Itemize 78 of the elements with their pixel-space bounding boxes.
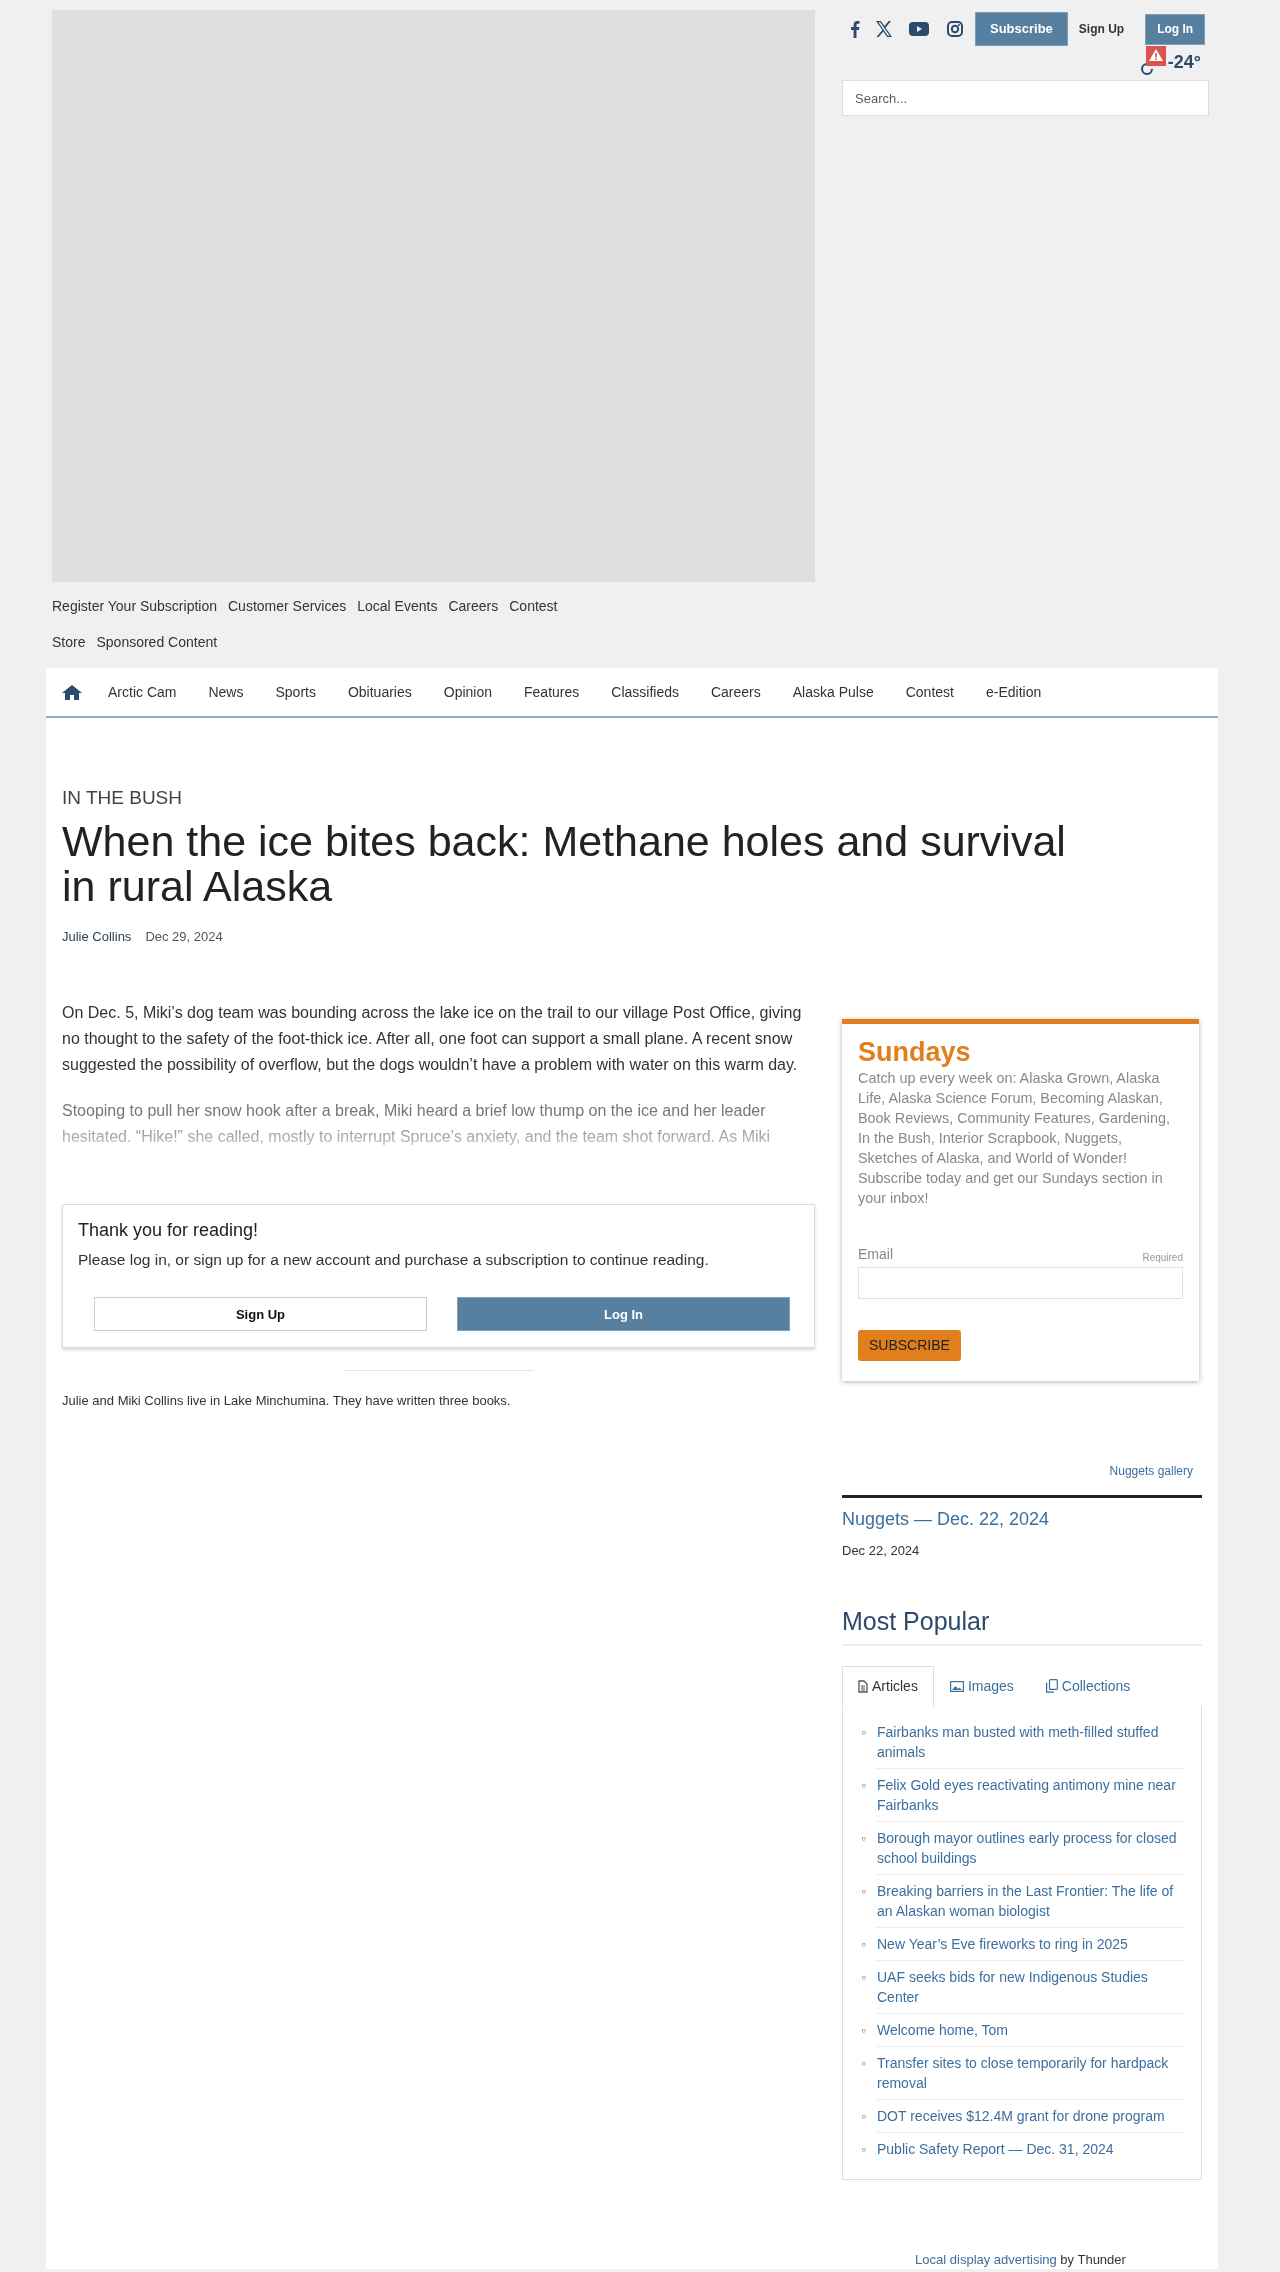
subscribe-button[interactable]: Subscribe (975, 12, 1068, 46)
popular-article-link[interactable]: Fairbanks man busted with meth-filled stuffed animals (877, 1721, 1183, 1762)
bullet: ◦ (861, 1722, 867, 1742)
nav-link-item[interactable]: Careers (694, 681, 777, 703)
bullet: ◦ (861, 2139, 867, 2159)
article-title: When the ice bites back: Methane holes and survival in rural Alaska (62, 818, 1067, 909)
popular-article-link[interactable]: DOT receives $12.4M grant for drone program (877, 2105, 1165, 2126)
nuggets-date: Dec 22, 2024 (842, 1542, 921, 1561)
bullet: ◦ (861, 2053, 867, 2073)
temperature: -24° (1167, 51, 1201, 74)
newsletter-title: Sundays (858, 1036, 972, 1069)
email-label: Email (858, 1245, 893, 1265)
popular-article-link[interactable]: Public Safety Report — Dec. 31, 2024 (877, 2138, 1114, 2159)
gallery-link[interactable]: Nuggets gallery (1109, 1464, 1193, 1479)
article-date: Dec 29, 2024 (145, 927, 223, 946)
nav-link-item[interactable]: Opinion (427, 681, 508, 703)
tab[interactable]: Collections (1029, 1665, 1147, 1707)
utility-link[interactable]: Register Your Subscription (52, 598, 217, 614)
bullet: ◦ (861, 2106, 867, 2126)
nav-link-item[interactable]: Sports (259, 681, 332, 703)
nuggets-title[interactable]: Nuggets — Dec. 22, 2024 (842, 1506, 1199, 1534)
utility-link[interactable]: Careers (448, 598, 499, 614)
copies-icon (1045, 1679, 1058, 1694)
popular-article-link[interactable]: Breaking barriers in the Last Frontier: The life of an Alaskan woman biologist (877, 1880, 1183, 1921)
nav-link-item[interactable]: Obituaries (331, 681, 428, 703)
x-icon[interactable] (876, 21, 892, 37)
nav-link-item[interactable]: e-Edition (969, 681, 1058, 703)
log-in-button[interactable]: Log In (457, 1297, 790, 1332)
facebook-icon[interactable] (850, 20, 860, 38)
utility-link[interactable]: Customer Services (228, 598, 347, 614)
popular-article-link[interactable]: Felix Gold eyes reactivating antimony mine near Fairbanks (877, 1774, 1183, 1815)
tab[interactable]: Articles (842, 1665, 934, 1707)
nav-link-item[interactable]: Arctic Cam (82, 681, 193, 703)
nav-link-item[interactable]: Alaska Pulse (776, 681, 890, 703)
section-label: IN THE BUSH (62, 786, 183, 810)
utility-link[interactable]: Store (52, 634, 86, 650)
article-paragraph: Stooping to pull her snow hook after a break, Miki heard a brief low thump on the ice and her leader hesitated. “Hike!” she called, mostly to interrupt Spruce’s anxiety, and the team shot forward. As Miki (62, 1101, 772, 1147)
footer-text: by Thunder (1060, 2251, 1126, 2267)
sign-up-button[interactable]: Sign Up (94, 1297, 427, 1332)
bullet: ◦ (861, 1934, 867, 1954)
subscribe-button[interactable]: SUBSCRIBE (858, 1330, 961, 1362)
bullet: ◦ (861, 1828, 867, 1848)
required-label: Required (1142, 1251, 1183, 1266)
nav-link-item[interactable]: Classifieds (595, 681, 695, 703)
log-in-button[interactable]: Log In (1145, 13, 1206, 45)
utility-link[interactable]: Sponsored Content (96, 634, 218, 650)
instagram-icon[interactable] (947, 21, 963, 37)
popular-article-link[interactable]: New Year’s Eve fireworks to ring in 2025 (877, 1933, 1128, 1954)
bullet: ◦ (861, 1775, 867, 1795)
nav-link-item[interactable]: Features (508, 681, 596, 703)
section-heading: Most Popular (842, 1605, 1202, 1646)
image-icon (949, 1680, 964, 1692)
article-paragraph: On Dec. 5, Miki’s dog team was bounding across the lake ice on the trail to our village Post Office, giving no thought to the safety of the foot-thick ice. After all, one foot can support a small plane. A recent snow suggested the possibility of overflow, but the dogs wouldn’t have a problem with water on this warm day. (62, 1003, 803, 1075)
tab[interactable]: Images (933, 1665, 1030, 1707)
popular-article-link[interactable]: Transfer sites to close temporarily for hardpack removal (877, 2052, 1183, 2093)
paywall-title: Thank you for reading! (78, 1219, 260, 1242)
document-icon (858, 1679, 868, 1693)
utility-link[interactable]: Contest (509, 598, 558, 614)
home-icon[interactable] (62, 684, 82, 700)
loading-icon (1139, 62, 1154, 76)
popular-article-link[interactable]: UAF seeks bids for new Indigenous Studies Center (877, 1966, 1183, 2007)
nav-link-item[interactable]: Contest (889, 681, 970, 703)
email-field[interactable] (858, 1267, 1183, 1300)
author-bio: Julie and Miki Collins live in Lake Minchumina. They have written three books. (62, 1392, 512, 1411)
newsletter-description: Catch up every week on: Alaska Grown, Alaska Life, Alaska Science Forum, Becoming Alaskan, Book Reviews, Community Features, Gardening, In the Bush, Interior Scrapbook, Nuggets, Sketches of Alaska, and World of Wonder! Subscribe today and get our Sundays section in your inbox! (858, 1069, 1171, 1209)
popular-article-link[interactable]: Welcome home, Tom (877, 2019, 1008, 2040)
bullet: ◦ (861, 1967, 867, 1987)
author-link[interactable]: Julie Collins (62, 926, 132, 946)
search-field[interactable]: Search... (842, 80, 1209, 116)
paywall-message: Please log in, or sign up for a new account and purchase a subscription to continue reading. (78, 1250, 710, 1270)
youtube-icon[interactable] (909, 22, 929, 36)
nav-link-item[interactable]: News (192, 681, 260, 703)
sign-up-link[interactable]: Sign Up (1078, 20, 1125, 38)
popular-article-link[interactable]: Borough mayor outlines early process for closed school buildings (877, 1827, 1183, 1868)
advertising-link[interactable]: Local display advertising (915, 2251, 1057, 2267)
utility-link[interactable]: Local Events (357, 598, 438, 614)
bullet: ◦ (861, 1881, 867, 1901)
bullet: ◦ (861, 2020, 867, 2040)
